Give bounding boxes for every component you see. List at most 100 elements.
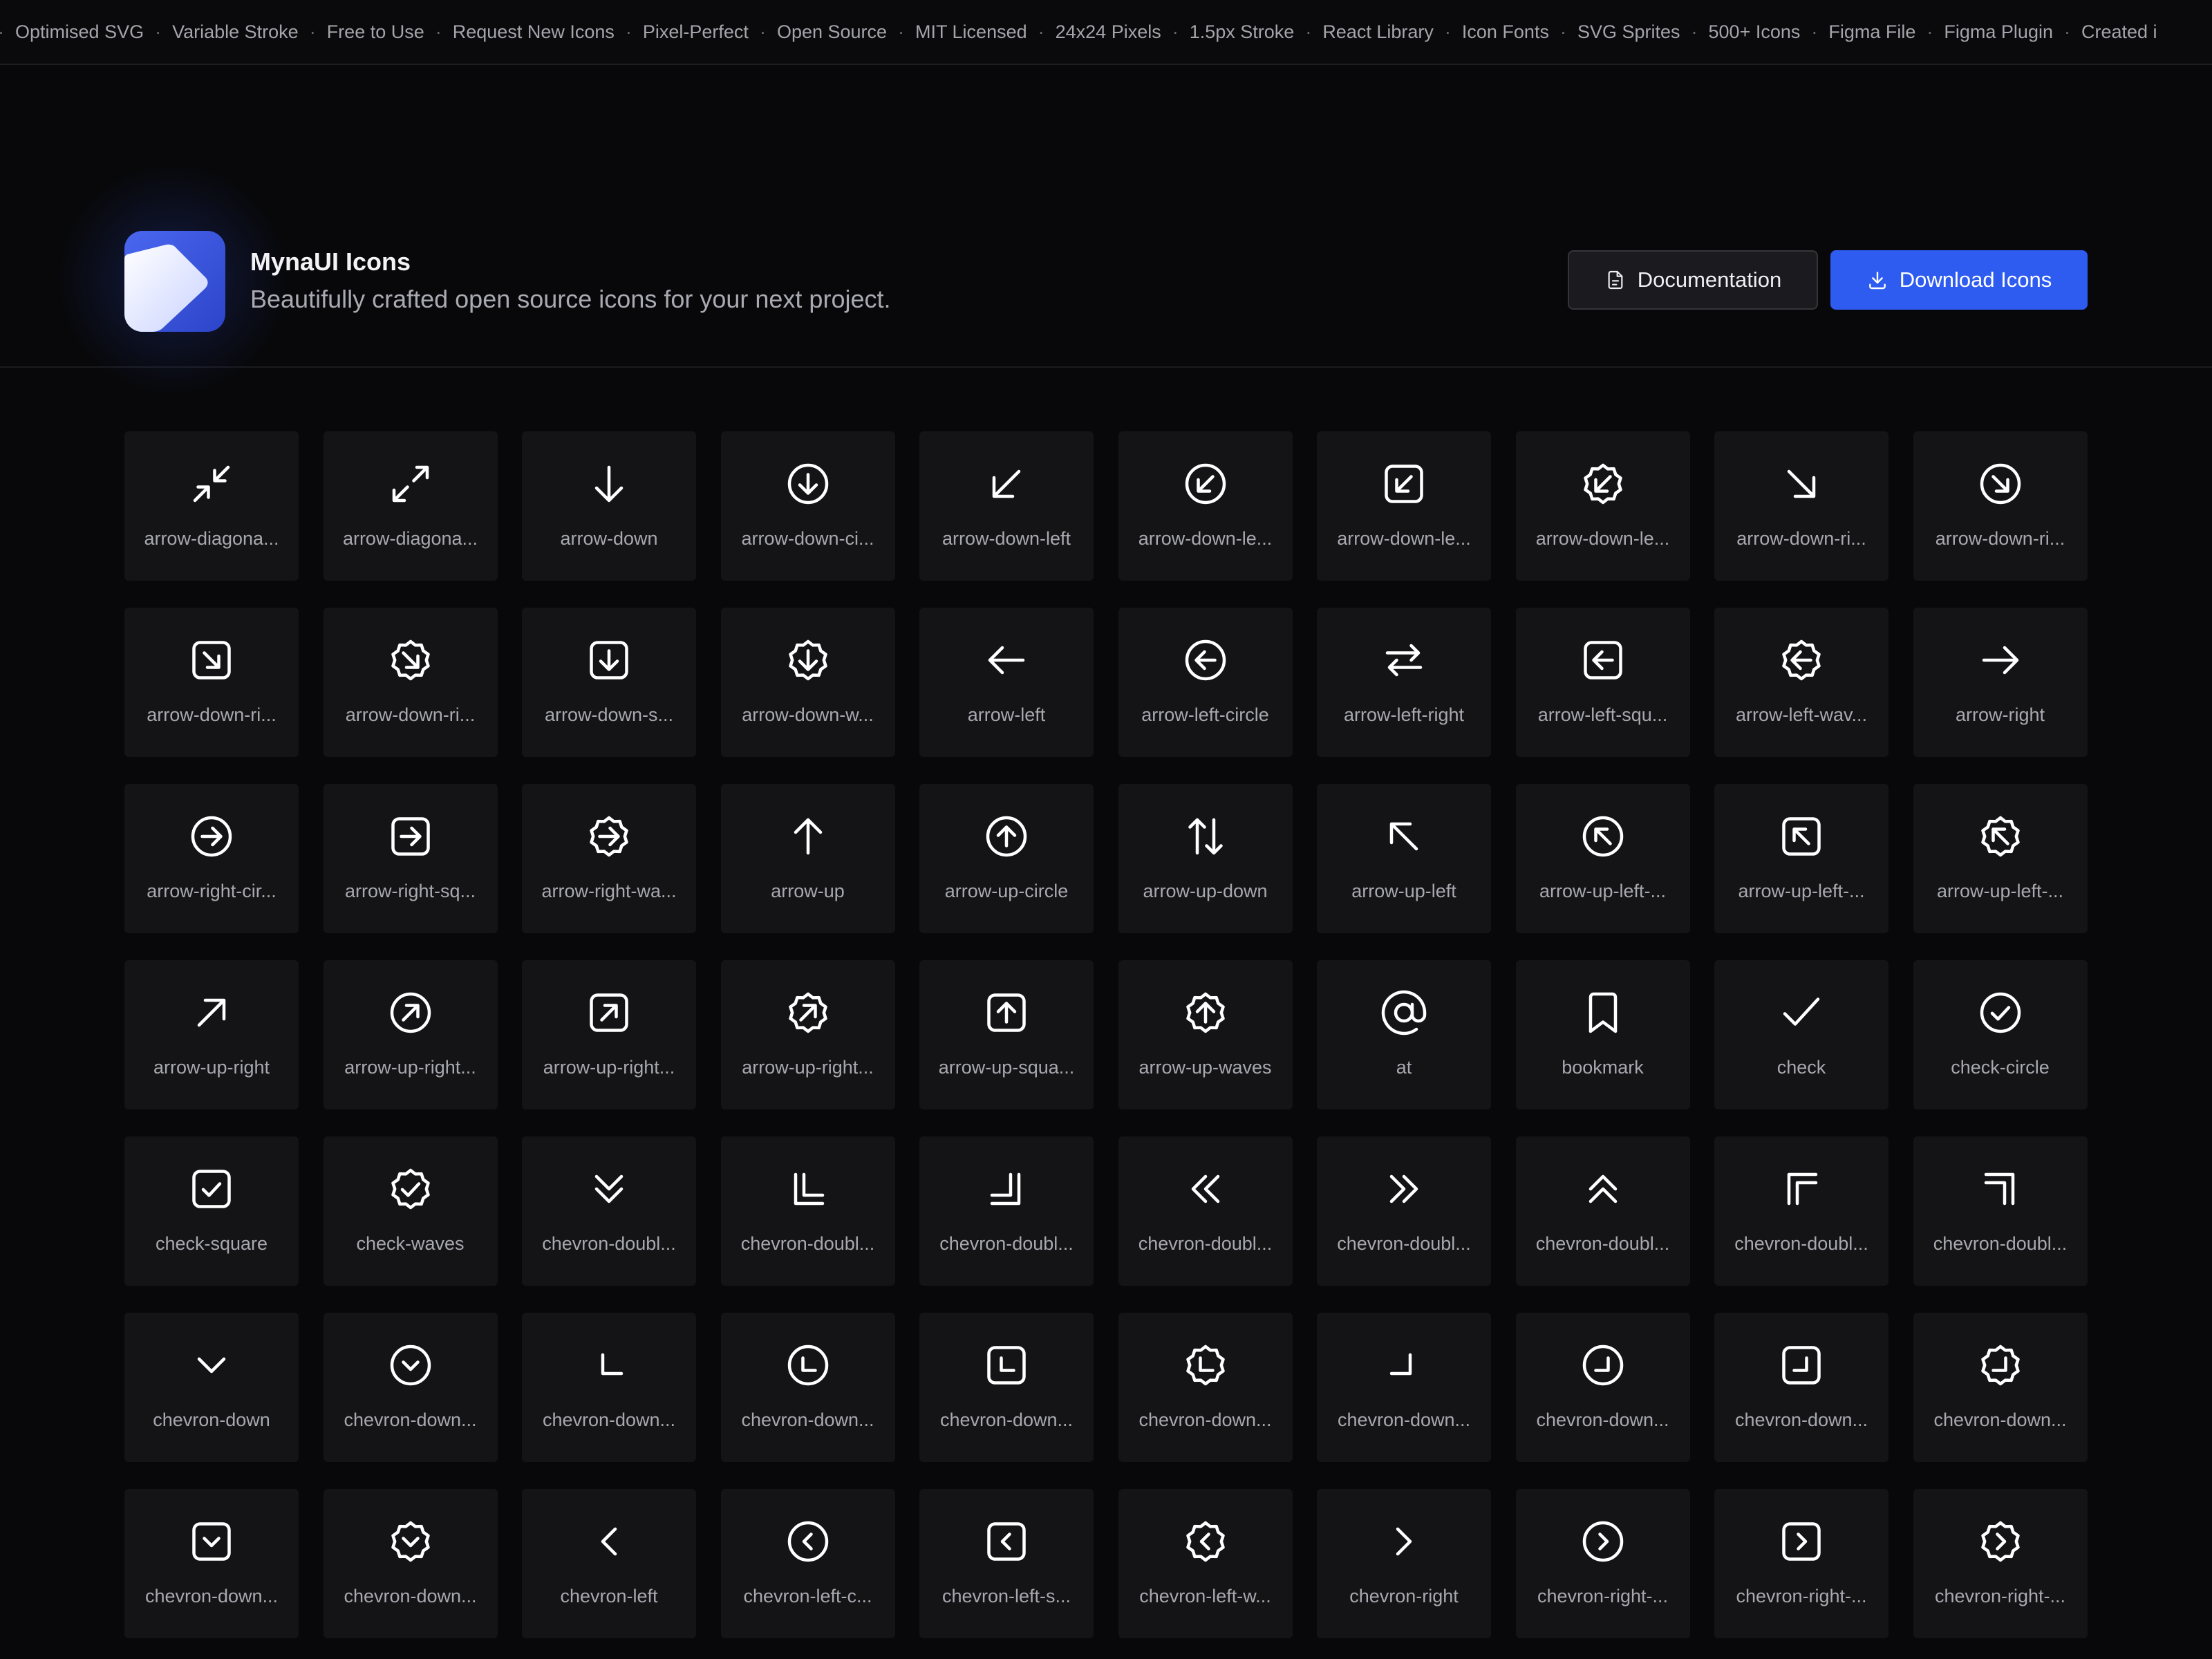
icon-tile-arrow-up-waves[interactable]: arrow-up-waves: [1118, 960, 1293, 1109]
icon-tile-chevron-double-down-left[interactable]: chevron-doubl...: [720, 1136, 895, 1286]
icon-tile-arrow-up-right-square[interactable]: arrow-up-right...: [522, 960, 696, 1109]
icon-label: arrow-right-sq...: [344, 881, 476, 901]
icon-tile-chevron-double-left[interactable]: chevron-doubl...: [1118, 1136, 1293, 1286]
icon-tile-arrow-right-square[interactable]: arrow-right-sq...: [323, 784, 498, 933]
icon-label: chevron-doubl...: [1535, 1233, 1670, 1254]
icon-tile-chevron-down-circle[interactable]: chevron-down...: [323, 1313, 498, 1462]
icon-tile-chevron-double-up-right[interactable]: chevron-doubl...: [1913, 1136, 2088, 1286]
icon-tile-arrow-right-circle[interactable]: arrow-right-cir...: [124, 784, 299, 933]
icon-tile-arrow-diagonal-out[interactable]: arrow-diagona...: [323, 431, 498, 581]
documentation-label: Documentation: [1637, 268, 1782, 292]
icon-tile-arrow-down-right-waves[interactable]: arrow-down-ri...: [323, 608, 498, 757]
icon-tile-chevron-down-left-waves[interactable]: chevron-down...: [1118, 1313, 1293, 1462]
icon-tile-at[interactable]: at: [1317, 960, 1491, 1109]
icon-tile-chevron-left[interactable]: chevron-left: [522, 1489, 696, 1638]
icon-tile-chevron-down-left[interactable]: chevron-down...: [522, 1313, 696, 1462]
marquee-separator: ·: [1811, 21, 1818, 42]
chevron-left-square-icon: [987, 1522, 1026, 1561]
icon-tile-arrow-up-right[interactable]: arrow-up-right: [124, 960, 299, 1109]
icon-tile-arrow-left-waves[interactable]: arrow-left-wav...: [1714, 608, 1888, 757]
icon-tile-arrow-down-left[interactable]: arrow-down-left: [919, 431, 1094, 581]
icon-tile-arrow-up-right-waves[interactable]: arrow-up-right...: [720, 960, 895, 1109]
icon-tile-arrow-down-left-circle[interactable]: arrow-down-le...: [1118, 431, 1293, 581]
icon-tile-chevron-double-right[interactable]: chevron-doubl...: [1317, 1136, 1491, 1286]
icon-label: chevron-doubl...: [740, 1233, 875, 1254]
chevron-left-icon: [601, 1527, 617, 1556]
icon-tile-chevron-left-waves[interactable]: chevron-left-w...: [1118, 1489, 1293, 1638]
icon-tile-chevron-left-circle[interactable]: chevron-left-c...: [720, 1489, 895, 1638]
icon-tile-arrow-left-square[interactable]: arrow-left-squ...: [1515, 608, 1690, 757]
icon-tile-arrow-down-waves[interactable]: arrow-down-w...: [720, 608, 895, 757]
icon-tile-arrow-down-square[interactable]: arrow-down-s...: [522, 608, 696, 757]
icon-tile-arrow-right[interactable]: arrow-right: [1913, 608, 2088, 757]
icon-tile-arrow-down-left-square[interactable]: arrow-down-le...: [1317, 431, 1491, 581]
icon-tile-arrow-down-left-waves[interactable]: arrow-down-le...: [1515, 431, 1690, 581]
icon-tile-check-square[interactable]: check-square: [124, 1136, 299, 1286]
brand-subtitle: Beautifully crafted open source icons fo…: [250, 285, 891, 313]
arrow-up-square-icon: [987, 993, 1026, 1032]
icon-tile-check-waves[interactable]: check-waves: [323, 1136, 498, 1286]
icon-tile-arrow-right-waves[interactable]: arrow-right-wa...: [522, 784, 696, 933]
arrow-up-down-icon: [1188, 818, 1223, 855]
icon-tile-arrow-left-right[interactable]: arrow-left-right: [1317, 608, 1491, 757]
icon-tile-chevron-right-circle[interactable]: chevron-right-...: [1515, 1489, 1690, 1638]
icon-tile-chevron-right-waves[interactable]: chevron-right-...: [1913, 1489, 2088, 1638]
icon-tile-chevron-right[interactable]: chevron-right: [1317, 1489, 1491, 1638]
icon-tile-arrow-left[interactable]: arrow-left: [919, 608, 1094, 757]
icon-tile-arrow-down-circle[interactable]: arrow-down-ci...: [720, 431, 895, 581]
icon-tile-arrow-up-down[interactable]: arrow-up-down: [1118, 784, 1293, 933]
icon-tile-chevron-double-down[interactable]: chevron-doubl...: [522, 1136, 696, 1286]
icon-tile-arrow-up-right-circle[interactable]: arrow-up-right...: [323, 960, 498, 1109]
icon-tile-arrow-up-left-waves[interactable]: arrow-up-left-...: [1913, 784, 2088, 933]
icon-tile-bookmark[interactable]: bookmark: [1515, 960, 1690, 1109]
icon-tile-arrow-up-left-circle[interactable]: arrow-up-left-...: [1515, 784, 1690, 933]
icon-tile-chevron-double-up[interactable]: chevron-doubl...: [1515, 1136, 1690, 1286]
icon-tile-arrow-down-right-circle[interactable]: arrow-down-ri...: [1913, 431, 2088, 581]
icon-tile-chevron-down-right-square[interactable]: chevron-down...: [1714, 1313, 1888, 1462]
marquee-separator: ·: [625, 21, 632, 42]
icon-tile-arrow-up-left[interactable]: arrow-up-left: [1317, 784, 1491, 933]
icon-tile-chevron-down-right-waves[interactable]: chevron-down...: [1913, 1313, 2088, 1462]
icon-tile-arrow-left-circle[interactable]: arrow-left-circle: [1118, 608, 1293, 757]
icon-tile-arrow-up[interactable]: arrow-up: [720, 784, 895, 933]
icon-tile-arrow-up-circle[interactable]: arrow-up-circle: [919, 784, 1094, 933]
icon-tile-chevron-down-left-circle[interactable]: chevron-down...: [720, 1313, 895, 1462]
chevron-down-right-circle-icon: [1582, 1344, 1623, 1386]
icon-tile-arrow-down-right-square[interactable]: arrow-down-ri...: [124, 608, 299, 757]
icon-label: chevron-down...: [344, 1409, 477, 1430]
download-icons-button[interactable]: Download Icons: [1830, 250, 2088, 310]
documentation-button[interactable]: Documentation: [1568, 250, 1818, 310]
icon-tile-chevron-double-up-left[interactable]: chevron-doubl...: [1714, 1136, 1888, 1286]
icon-tile-chevron-down-right[interactable]: chevron-down...: [1317, 1313, 1491, 1462]
icon-label: arrow-up-left-...: [1738, 881, 1865, 901]
icon-label: arrow-down-ri...: [1935, 528, 2065, 549]
icon-label: arrow-down-left: [941, 528, 1071, 549]
arrow-down-icon: [594, 465, 624, 503]
icon-tile-check-circle[interactable]: check-circle: [1913, 960, 2088, 1109]
icon-tile-chevron-down-right-circle[interactable]: chevron-down...: [1515, 1313, 1690, 1462]
icon-tile-chevron-left-square[interactable]: chevron-left-s...: [919, 1489, 1094, 1638]
arrow-left-icon: [988, 646, 1025, 675]
icon-label: arrow-down-ri...: [345, 704, 476, 725]
icon-label: arrow-left-wav...: [1735, 704, 1868, 725]
icon-tile-chevron-down-waves[interactable]: chevron-down...: [323, 1489, 498, 1638]
chevron-double-down-icon: [594, 1174, 624, 1203]
icon-tile-chevron-down-left-square[interactable]: chevron-down...: [919, 1313, 1094, 1462]
icon-tile-chevron-down-square[interactable]: chevron-down...: [124, 1489, 299, 1638]
icon-tile-chevron-down[interactable]: chevron-down: [124, 1313, 299, 1462]
icon-tile-arrow-up-left-square[interactable]: arrow-up-left-...: [1714, 784, 1888, 933]
icon-tile-arrow-up-square[interactable]: arrow-up-squa...: [919, 960, 1094, 1109]
icon-tile-arrow-down-right[interactable]: arrow-down-ri...: [1714, 431, 1888, 581]
icon-label: chevron-left: [560, 1586, 658, 1606]
check-icon: [1783, 997, 1820, 1026]
chevron-double-up-icon: [1588, 1174, 1617, 1203]
icon-tile-chevron-double-down-right[interactable]: chevron-doubl...: [919, 1136, 1094, 1286]
icon-tile-arrow-down[interactable]: arrow-down: [522, 431, 696, 581]
icon-tile-check[interactable]: check: [1714, 960, 1888, 1109]
icon-tile-arrow-diagonal-in[interactable]: arrow-diagona...: [124, 431, 299, 581]
icon-tile-chevron-right-square[interactable]: chevron-right-...: [1714, 1489, 1888, 1638]
icon-label: check-waves: [356, 1233, 465, 1254]
arrow-left-circle-icon: [1185, 639, 1226, 681]
icon-label: arrow-diagona...: [342, 528, 478, 549]
icon-label: chevron-down: [153, 1409, 270, 1430]
